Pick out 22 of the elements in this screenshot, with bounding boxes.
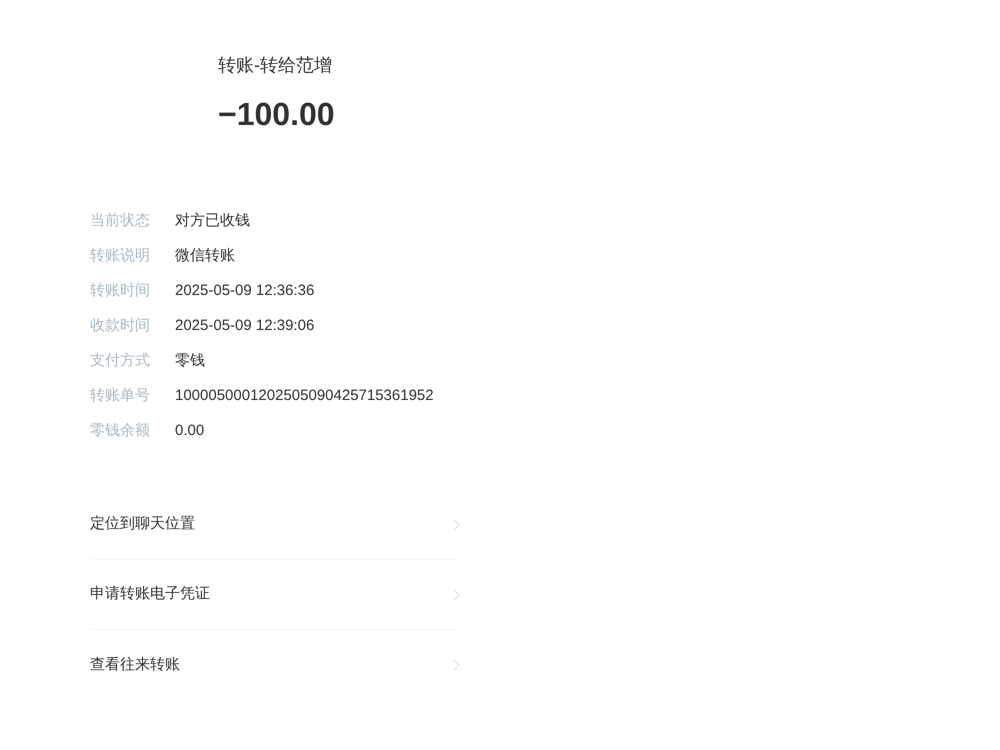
detail-value: 微信转账	[175, 246, 235, 266]
action-link[interactable]: 申请转账电子凭证	[90, 583, 210, 606]
chevron-right-icon	[453, 659, 460, 671]
detail-label: 收款时间	[90, 316, 151, 336]
detail-label: 转账说明	[90, 246, 151, 266]
chevron-right-icon	[453, 588, 460, 600]
detail-label: 零钱余额	[90, 421, 151, 442]
action-link[interactable]: 查看往来转账	[90, 654, 180, 676]
detail-label: 支付方式	[90, 351, 151, 372]
transfer-title: 转账-转给范增	[218, 54, 332, 77]
detail-value: 0.00	[175, 421, 204, 442]
detail-label: 转账时间	[90, 281, 151, 302]
detail-value: 2025-05-09 12:36:36	[175, 281, 314, 302]
detail-value: 对方已收钱	[175, 211, 250, 232]
detail-value: 零钱	[175, 351, 205, 372]
action-link[interactable]: 定位到聊天位置	[90, 513, 195, 536]
chevron-right-icon	[453, 518, 460, 530]
transfer-amount: −100.00	[218, 95, 335, 134]
detail-value: 2025-05-09 12:39:06	[175, 316, 314, 336]
detail-label: 当前状态	[90, 211, 151, 232]
detail-value: 1000050001202505090425715361952	[175, 386, 434, 406]
detail-label: 转账单号	[90, 386, 151, 406]
